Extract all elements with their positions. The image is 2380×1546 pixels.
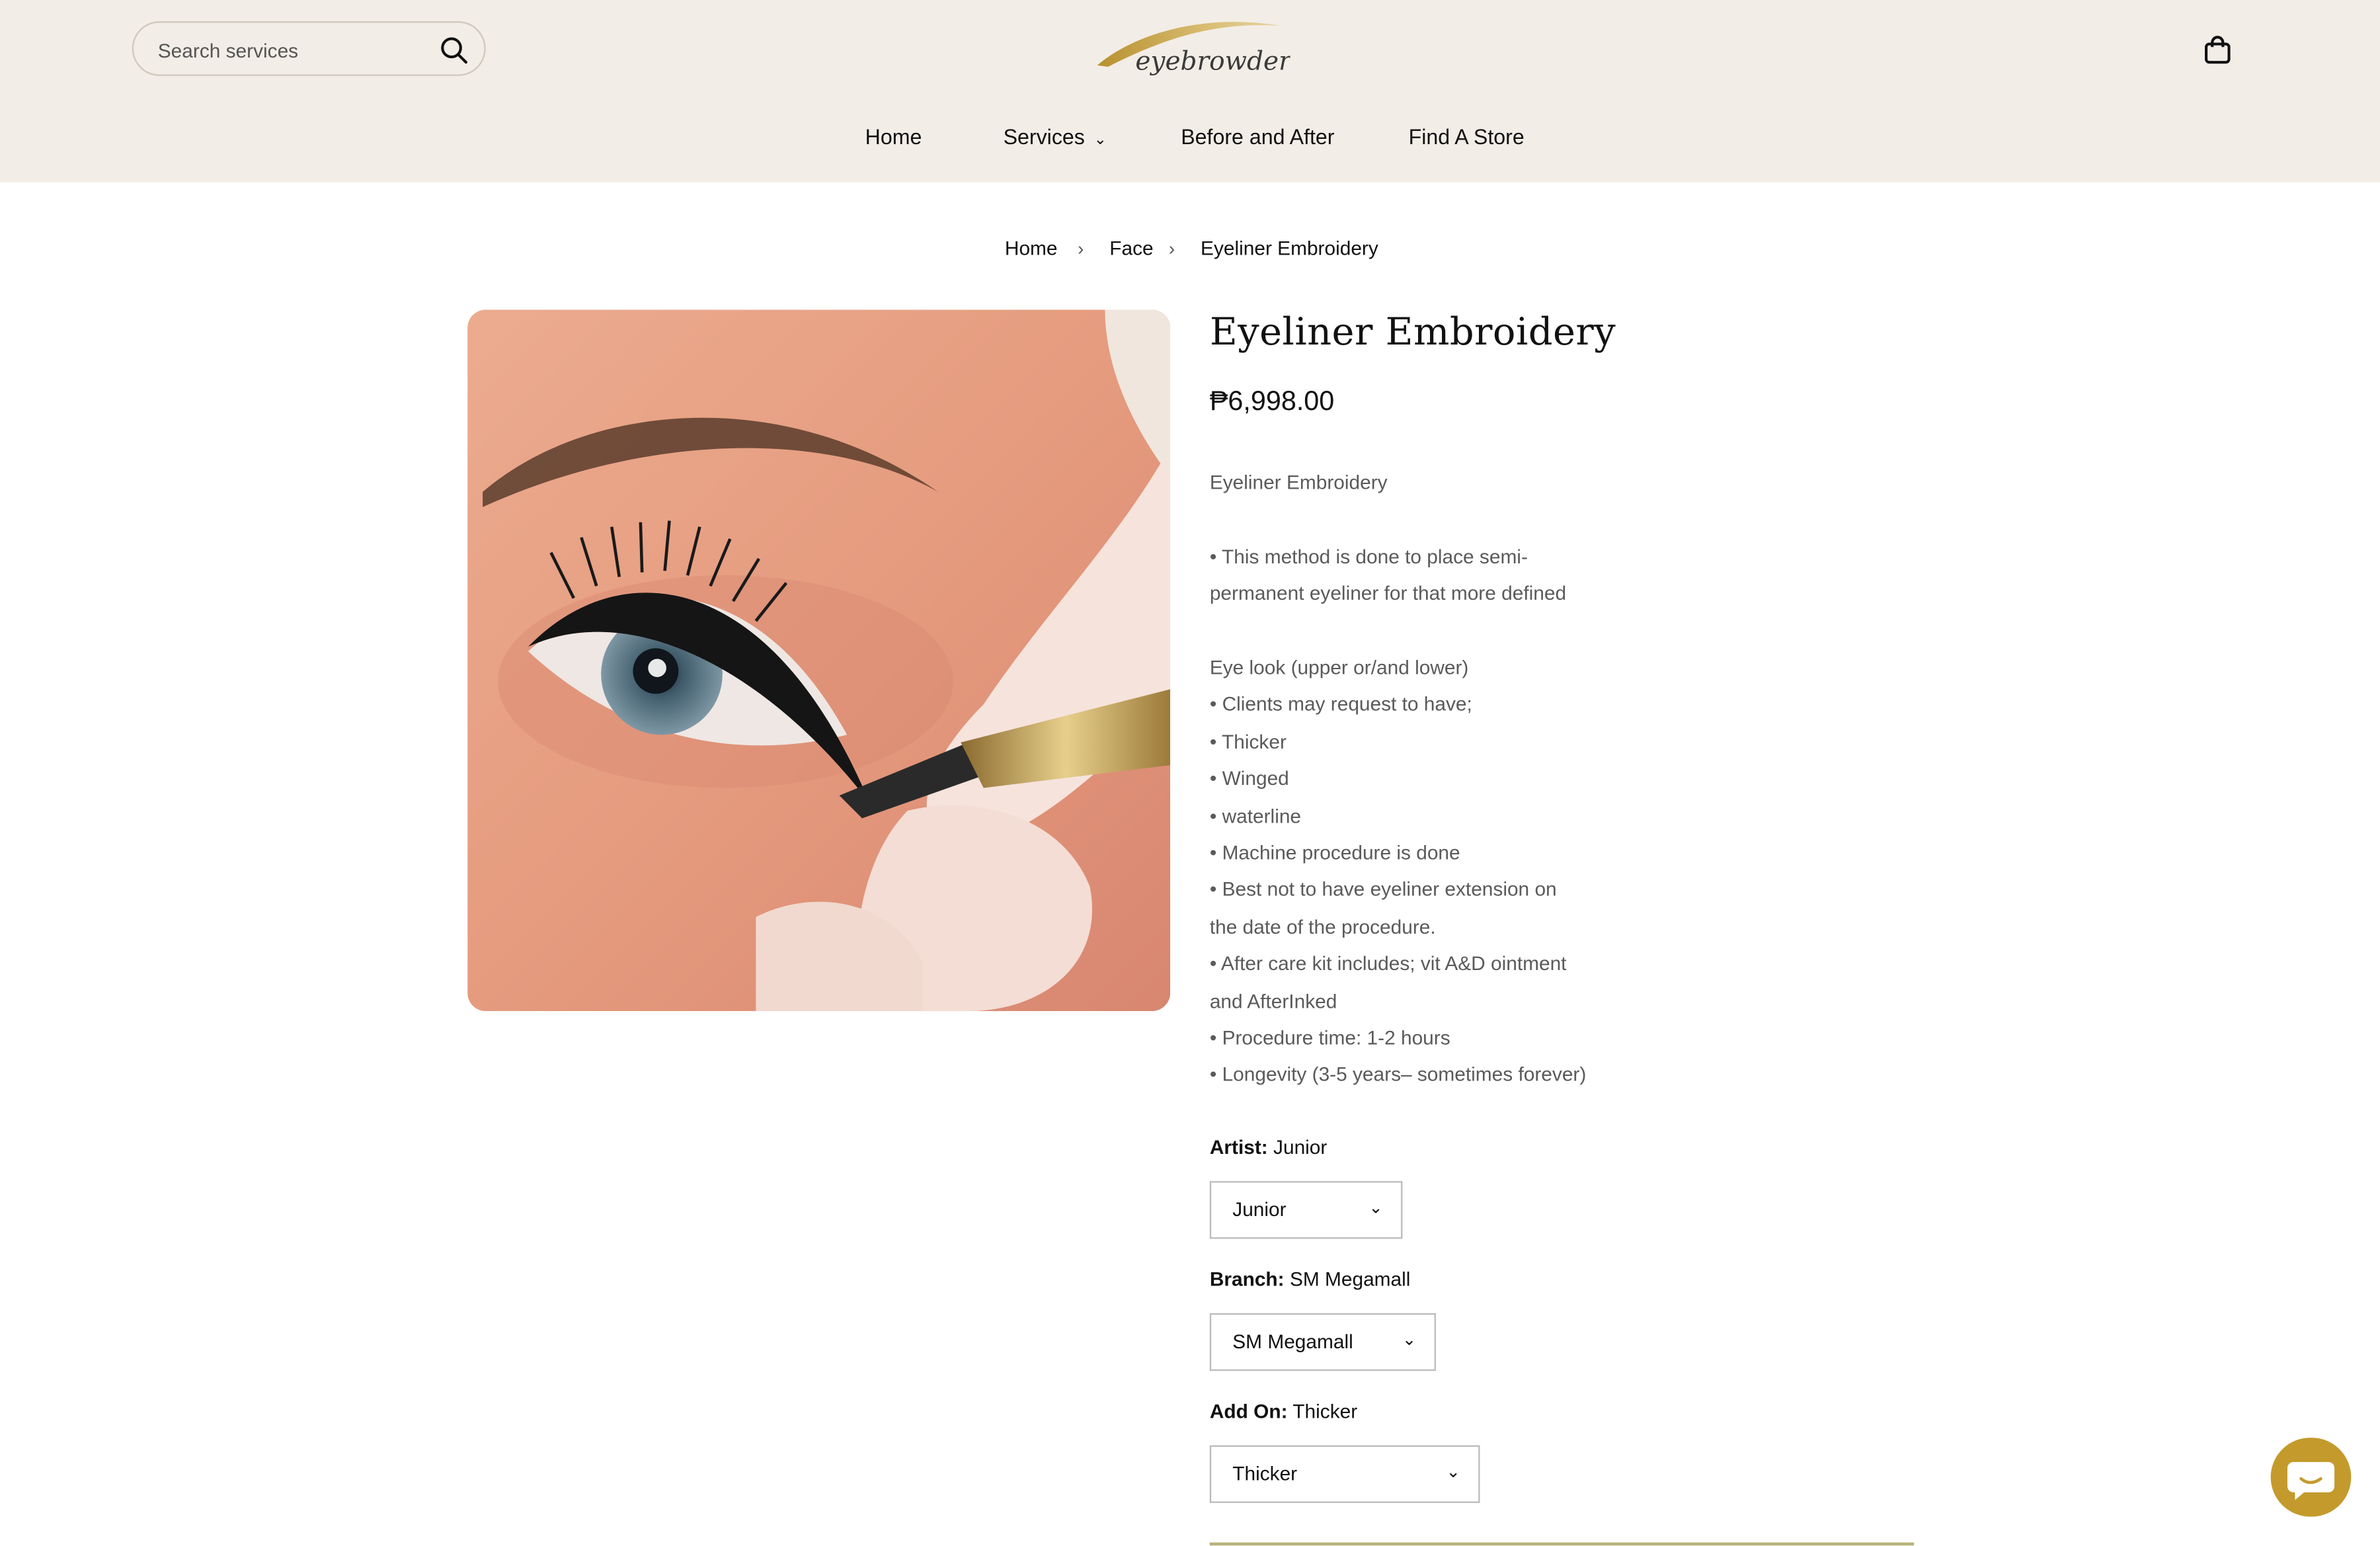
description-line: • waterline [1209, 803, 1302, 827]
page: eyebrowdery Home Services ⌄ Before and Af… [0, 0, 2380, 1546]
search-icon[interactable] [439, 35, 469, 65]
description-line: • This method is done to place semi- [1209, 544, 1528, 568]
description-line: • Winged [1209, 766, 1289, 790]
artist-select[interactable]: Junior ⌄ [1209, 1181, 1403, 1239]
branch-option-label: Branch: SM Megamall [1210, 1268, 1411, 1290]
product-title: Eyeliner Embroidery [1209, 309, 1616, 354]
breadcrumb-face[interactable]: Face [1109, 237, 1153, 259]
breadcrumb-home[interactable]: Home [1005, 237, 1058, 259]
artist-selected: Junior [1232, 1198, 1287, 1221]
main-nav: Home Services ⌄ Before and After Find A S… [0, 124, 2380, 155]
addon-select[interactable]: Thicker ⌄ [1209, 1445, 1480, 1503]
nav-home[interactable]: Home [865, 124, 922, 149]
addon-label: Add On: [1209, 1399, 1288, 1423]
branch-selected: SM Megamall [1232, 1330, 1353, 1353]
chevron-down-icon: ⌄ [1446, 1463, 1460, 1482]
chevron-down-icon: ⌄ [1368, 1199, 1383, 1218]
branch-current-value: SM Megamall [1289, 1268, 1411, 1291]
description-line: and AfterInked [1209, 989, 1337, 1012]
artist-option-label: Artist: Junior [1210, 1135, 1328, 1158]
breadcrumb-separator: › [1078, 238, 1084, 260]
branch-select[interactable]: SM Megamall ⌄ [1209, 1313, 1436, 1371]
search-box[interactable] [132, 21, 486, 78]
branch-label: Branch: [1209, 1268, 1285, 1291]
breadcrumb-current: Eyeliner Embroidery [1201, 237, 1378, 260]
description-line: Eyeliner Embroidery [1209, 470, 1388, 494]
breadcrumb-separator: › [1168, 238, 1175, 260]
section-divider [1209, 1542, 1915, 1546]
nav-find-a-store[interactable]: Find A Store [1409, 124, 1525, 149]
chat-button[interactable] [2270, 1438, 2352, 1517]
addon-selected: Thicker [1232, 1461, 1298, 1485]
search-input[interactable] [155, 22, 434, 78]
nav-services[interactable]: Services ⌄ [1004, 124, 1107, 149]
description-line: the date of the procedure. [1209, 915, 1436, 938]
description-line: • Best not to have eyeliner extension on [1209, 878, 1557, 901]
artist-label: Artist: [1209, 1135, 1268, 1159]
addon-current-value: Thicker [1292, 1399, 1358, 1423]
product-image[interactable] [467, 309, 1171, 1012]
nav-before-and-after[interactable]: Before and After [1181, 124, 1334, 149]
product-price: ₱6,998.00 [1209, 386, 1335, 417]
description-line: • Clients may request to have; [1209, 692, 1472, 716]
description-line: • After care kit includes; vit A&D ointm… [1209, 952, 1567, 975]
description-line: • Thicker [1209, 729, 1287, 753]
chat-icon [2287, 1461, 2335, 1500]
product-description: Eyeliner Embroidery • This method is don… [1210, 465, 1605, 1095]
chevron-down-icon: ⌄ [1402, 1331, 1417, 1350]
site-header: eyebrowdery Home Services ⌄ Before and Af… [0, 0, 2380, 183]
description-line: Eye look (upper or/and lower) [1209, 655, 1469, 679]
addon-option-label: Add On: Thicker [1210, 1400, 1357, 1422]
brand-logo[interactable]: eyebrowdery [1093, 9, 1290, 88]
description-line: permanent eyeliner for that more defined [1209, 581, 1567, 605]
artist-current-value: Junior [1273, 1135, 1328, 1159]
description-line: • Longevity (3-5 years– sometimes foreve… [1209, 1063, 1587, 1086]
logo-wordmark: eyebrowdery [1135, 47, 1290, 77]
shopping-bag-icon[interactable] [2201, 34, 2235, 67]
chevron-down-icon: ⌄ [1093, 132, 1107, 149]
nav-services-label: Services [1003, 124, 1085, 149]
description-line: • Machine procedure is done [1209, 841, 1460, 864]
description-line: • Procedure time: 1-2 hours [1209, 1026, 1450, 1049]
